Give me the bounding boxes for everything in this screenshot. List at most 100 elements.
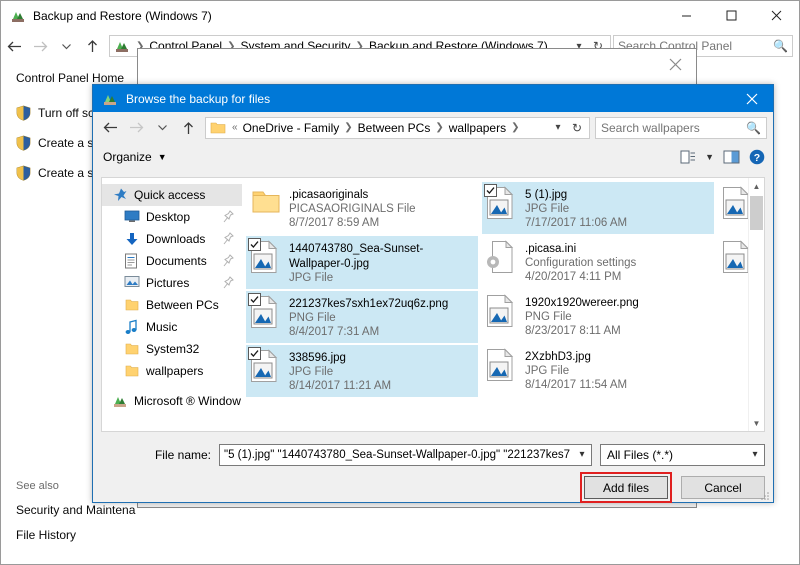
nav-item-wallpapers[interactable]: wallpapers — [102, 360, 242, 382]
breadcrumb-separator: ❯ — [341, 122, 355, 133]
nav-item-quick-access[interactable]: Quick access — [102, 184, 242, 206]
recent-locations-button[interactable] — [53, 33, 79, 59]
file-date: 8/4/2017 7:31 AM — [289, 325, 448, 339]
add-files-button[interactable]: Add files — [584, 476, 668, 499]
nav-item-label: Quick access — [134, 188, 205, 202]
pin-icon[interactable] — [223, 232, 234, 245]
file-type: JPG File — [525, 364, 627, 378]
shield-icon — [16, 165, 31, 181]
screen: Backup and Restore (Windows 7) — [0, 0, 800, 565]
svg-text:?: ? — [754, 152, 760, 164]
forward-button[interactable] — [27, 33, 53, 59]
scrollbar-thumb[interactable] — [750, 196, 763, 230]
recent-locations-button[interactable] — [149, 115, 175, 141]
chevron-down-icon: ▼ — [158, 152, 167, 162]
breadcrumb-onedrive-family[interactable]: OneDrive - Family — [241, 121, 342, 135]
organize-label: Organize — [103, 150, 152, 164]
dialog-search-box[interactable]: 🔍 — [595, 117, 767, 139]
documents-icon — [124, 253, 140, 269]
chevron-down-icon[interactable]: ▾ — [574, 449, 590, 460]
cancel-button[interactable]: Cancel — [681, 476, 765, 499]
file-name: 221237kes7sxh1ex72uq6z.png — [289, 298, 448, 310]
nav-item-music[interactable]: Music — [102, 316, 242, 338]
scroll-up-icon[interactable]: ▲ — [749, 178, 764, 194]
nav-item-label: Music — [146, 320, 177, 334]
file-list-scrollbar[interactable]: ▲ ▼ — [748, 178, 764, 431]
help-icon[interactable]: ? — [749, 149, 765, 165]
file-name-input[interactable] — [224, 449, 574, 461]
config-file-icon — [486, 240, 518, 276]
file-checkbox[interactable] — [248, 293, 261, 306]
file-item[interactable]: 2XzbhD3.jpg JPG File 8/14/2017 11:54 AM — [482, 344, 714, 396]
file-name: 1920x1920wereer.png — [525, 297, 639, 309]
file-item[interactable]: 1920x1920wereer.png PNG File 8/23/2017 8… — [482, 290, 714, 342]
file-checkbox[interactable] — [484, 184, 497, 197]
view-dropdown-icon[interactable]: ▼ — [705, 152, 714, 162]
restore-files-titlebar — [138, 49, 696, 83]
nav-item-documents[interactable]: Documents — [102, 250, 242, 272]
file-item[interactable]: .picasa.ini Configuration settings 4/20/… — [482, 236, 714, 288]
resize-grip[interactable] — [760, 490, 770, 500]
file-type-filter-combobox[interactable]: All Files (*.*) ▾ — [600, 444, 765, 466]
maximize-button[interactable] — [709, 1, 754, 30]
file-name-combobox[interactable]: ▾ — [219, 444, 592, 466]
control-panel-titlebar: Backup and Restore (Windows 7) — [1, 1, 799, 31]
forward-button[interactable] — [123, 115, 149, 141]
add-files-highlight: Add files — [580, 472, 672, 503]
close-icon[interactable] — [658, 51, 692, 77]
file-date: 7/17/2017 11:06 AM — [525, 216, 627, 230]
refresh-icon[interactable]: ↻ — [567, 121, 587, 135]
nav-item-downloads[interactable]: Downloads — [102, 228, 242, 250]
file-item[interactable]: 338596.jpg JPG File 8/14/2017 11:21 AM — [246, 345, 478, 397]
file-name: .picasaoriginals — [289, 189, 368, 201]
view-layout-icon[interactable] — [680, 150, 696, 165]
pin-icon[interactable] — [223, 276, 234, 289]
back-button[interactable] — [1, 33, 27, 59]
nav-item-label: Between PCs — [146, 298, 219, 312]
file-name-label: File name: — [101, 448, 219, 462]
chevron-down-icon[interactable]: ▾ — [747, 449, 763, 460]
up-button[interactable] — [175, 115, 201, 141]
up-button[interactable] — [79, 33, 105, 59]
nav-item-microsoft-windows[interactable]: Microsoft ® Window — [102, 390, 242, 412]
file-type: Configuration settings — [525, 256, 636, 270]
pin-icon[interactable] — [223, 210, 234, 223]
dialog-address-bar[interactable]: « OneDrive - Family ❯ Between PCs ❯ wall… — [205, 117, 590, 139]
file-item[interactable]: 1440743780_Sea-Sunset-Wallpaper-0.jpg JP… — [246, 236, 478, 289]
nav-item-label: wallpapers — [146, 364, 203, 378]
pin-icon[interactable] — [223, 254, 234, 267]
nav-item-label: Pictures — [146, 276, 189, 290]
file-type: JPG File — [289, 365, 391, 379]
preview-pane-icon[interactable] — [723, 150, 740, 164]
see-also-security-and-maintenance[interactable]: Security and Maintena — [16, 503, 135, 517]
address-dropdown-icon[interactable]: ▾ — [549, 122, 567, 133]
backup-restore-icon — [114, 38, 130, 54]
close-button[interactable] — [754, 1, 799, 30]
organize-button[interactable]: Organize ▼ — [103, 150, 167, 164]
back-button[interactable] — [97, 115, 123, 141]
image-file-icon — [250, 295, 282, 331]
file-type: PNG File — [525, 310, 639, 324]
nav-item-pictures[interactable]: Pictures — [102, 272, 242, 294]
file-date: 8/23/2017 8:11 AM — [525, 324, 639, 338]
breadcrumb-wallpapers[interactable]: wallpapers — [447, 121, 508, 135]
file-item[interactable]: 221237kes7sxh1ex72uq6z.png PNG File 8/4/… — [246, 291, 478, 343]
search-input[interactable] — [601, 121, 746, 135]
file-checkbox[interactable] — [248, 347, 261, 360]
see-also-file-history[interactable]: File History — [16, 528, 135, 542]
scroll-down-icon[interactable]: ▼ — [749, 415, 764, 431]
nav-item-between-pcs[interactable]: Between PCs — [102, 294, 242, 316]
file-type: JPG File — [289, 271, 476, 285]
breadcrumb-between-pcs[interactable]: Between PCs — [356, 121, 433, 135]
file-item[interactable]: .picasaoriginals PICASAORIGINALS File 8/… — [246, 182, 478, 234]
minimize-button[interactable] — [664, 1, 709, 30]
nav-item-system32[interactable]: System32 — [102, 338, 242, 360]
file-name: 5 (1).jpg — [525, 189, 567, 201]
file-checkbox[interactable] — [248, 238, 261, 251]
dialog-buttons: Add files Cancel — [580, 472, 765, 503]
nav-item-desktop[interactable]: Desktop — [102, 206, 242, 228]
close-button[interactable] — [731, 85, 773, 112]
breadcrumb-overflow[interactable]: « — [229, 122, 241, 133]
file-item[interactable]: 5 (1).jpg JPG File 7/17/2017 11:06 AM — [482, 182, 714, 234]
dialog-main-area: Quick access Desktop — [101, 177, 765, 432]
